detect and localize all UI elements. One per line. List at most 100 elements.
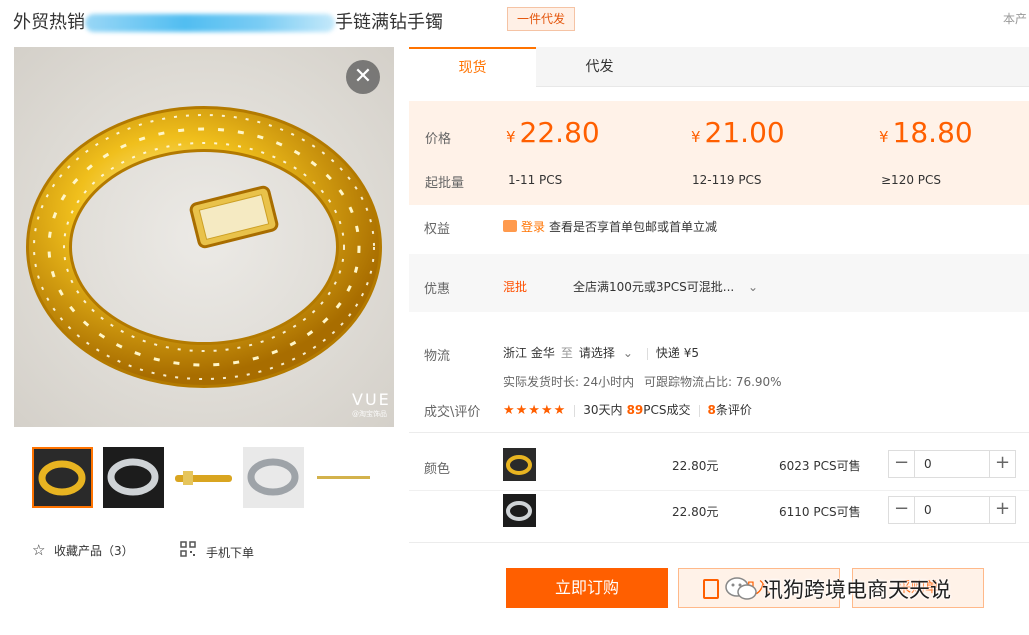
express-fee: 快递 ¥5 — [655, 346, 700, 360]
sku-price: 22.80元 — [672, 505, 719, 519]
benefits-text: 查看是否享首单包邮或首单立减 — [549, 220, 718, 234]
deal-count-suffix: PCS成交 — [643, 403, 691, 417]
wechat-icon — [724, 576, 758, 602]
ship-time: 实际发货时长: 24小时内 — [503, 375, 635, 389]
thumbnail-3[interactable] — [173, 447, 234, 508]
deals-label: 成交\评价 — [424, 405, 481, 420]
wechat-watermark: 讯狗跨境电商天天说 — [724, 574, 951, 604]
mobile-order-label: 手机下单 — [206, 546, 255, 560]
thumbnail-2[interactable] — [103, 447, 164, 508]
sku-row: 22.80元 6110 PCS可售 − 0 + — [503, 494, 1023, 528]
watermark-text: VUE — [352, 390, 391, 409]
price-tier-1: ¥22.80 — [506, 116, 600, 149]
logistics-label: 物流 — [424, 349, 451, 364]
price-tier-1-value: 22.80 — [519, 116, 600, 149]
gold-chain-flat-thumb — [173, 447, 234, 508]
ship-origin: 浙江 金华 — [503, 346, 555, 360]
rating-stars: ★★★★★ — [503, 403, 567, 418]
watermark-subtext: @淘宝饰品 — [352, 410, 387, 418]
title-bar: 外贸热销 手链满钻手镯 一件代发 本产 — [0, 0, 1029, 40]
deals-row: ★★★★★ 30天内 89PCS成交 8条评价 — [503, 401, 752, 418]
quantity-stepper: − 0 + — [888, 450, 1016, 478]
qty-tier-1: 1-11 PCS — [508, 173, 563, 187]
thumbnail-1[interactable] — [32, 447, 93, 508]
chevron-down-icon: ⌄ — [748, 280, 759, 294]
quantity-input[interactable]: 0 — [924, 503, 932, 517]
deal-days: 30天内 — [583, 403, 623, 417]
product-title: 外贸热销 手链满钻手镯 — [13, 8, 443, 34]
redacted-title-segment — [85, 14, 335, 32]
tab-in-stock[interactable]: 现货 — [409, 47, 536, 88]
close-icon[interactable]: ✕ — [346, 60, 380, 94]
price-tier-2: ¥21.00 — [691, 116, 785, 149]
dropship-badge: 一件代发 — [507, 7, 575, 31]
quantity-input[interactable]: 0 — [924, 457, 932, 471]
price-tier-3: ¥18.80 — [879, 116, 973, 149]
divider — [646, 347, 648, 360]
chevron-down-icon[interactable]: ⌄ — [623, 346, 633, 360]
section-divider — [409, 542, 1029, 543]
sku-thumbnail[interactable] — [503, 448, 536, 481]
quantity-stepper: − 0 + — [888, 496, 1016, 524]
min-qty-label: 起批量 — [425, 176, 465, 191]
login-link[interactable]: 登录 — [521, 220, 545, 234]
clipboard-icon — [703, 579, 719, 599]
sku-divider — [409, 490, 1029, 491]
qrcode-icon — [180, 541, 198, 560]
mobile-order-button[interactable]: 手机下单 — [180, 541, 254, 561]
promo-tag: 混批 — [503, 280, 528, 294]
promo-label: 优惠 — [424, 282, 451, 297]
divider — [574, 404, 576, 417]
review-count[interactable]: 8 — [708, 403, 716, 417]
currency-symbol: ¥ — [879, 128, 889, 146]
main-product-image[interactable] — [14, 47, 394, 427]
shipping-stats: 实际发货时长: 24小时内 可跟踪物流占比: 76.90% — [503, 373, 782, 390]
section-divider — [409, 432, 1029, 433]
qty-tier-2: 12-119 PCS — [692, 173, 762, 187]
price-tier-3-value: 18.80 — [892, 116, 973, 149]
currency-symbol: ¥ — [691, 128, 701, 146]
logistics-row: 浙江 金华至请选择 ⌄ 快递 ¥5 — [503, 344, 699, 361]
benefits-row: 登录 查看是否享首单包邮或首单立减 — [503, 218, 717, 235]
thin-chain-thumb — [313, 447, 374, 508]
sku-stock: 6110 PCS可售 — [779, 505, 861, 519]
title-prefix: 外贸热销 — [13, 12, 85, 33]
sku-price: 22.80元 — [672, 459, 719, 473]
title-suffix: 手链满钻手镯 — [335, 12, 443, 33]
star-outline-icon: ☆ — [32, 541, 46, 559]
watermark: VUE @淘宝饰品 — [352, 390, 391, 419]
destination-select[interactable]: 请选择 — [579, 346, 615, 360]
promo-dropdown[interactable]: 全店满100元或3PCS可混批... ⌄ — [573, 278, 758, 295]
sku-row: 22.80元 6023 PCS可售 − 0 + — [503, 448, 1023, 482]
sku-thumbnail[interactable] — [503, 494, 536, 527]
benefits-label: 权益 — [424, 222, 451, 237]
favorite-button[interactable]: ☆ 收藏产品（3） — [32, 541, 134, 559]
wechat-text: 讯狗跨境电商天天说 — [762, 578, 951, 602]
minus-button[interactable]: − — [889, 451, 915, 477]
favorite-label: 收藏产品（3） — [54, 544, 134, 558]
silver-bracelet-dark-thumb — [103, 447, 164, 508]
corner-text[interactable]: 本产 — [1003, 10, 1027, 27]
review-suffix[interactable]: 条评价 — [716, 403, 752, 417]
thumbnail-4[interactable] — [243, 447, 304, 508]
divider — [698, 404, 700, 417]
plus-button[interactable]: + — [989, 497, 1015, 523]
coupon-icon — [503, 220, 517, 232]
qty-tier-3: ≥120 PCS — [881, 173, 942, 187]
tab-dropship[interactable]: 代发 — [536, 47, 663, 87]
thumbnail-5[interactable] — [313, 447, 374, 508]
color-label: 颜色 — [424, 462, 451, 477]
silver-bracelet-thumb — [243, 447, 304, 508]
gold-chain-bracelet-image — [26, 106, 382, 388]
currency-symbol: ¥ — [506, 128, 516, 146]
sku-stock: 6023 PCS可售 — [779, 459, 861, 473]
order-now-button[interactable]: 立即订购 — [506, 568, 668, 608]
minus-button[interactable]: − — [889, 497, 915, 523]
price-label: 价格 — [425, 132, 452, 147]
price-tier-2-value: 21.00 — [704, 116, 785, 149]
ship-to: 至 — [560, 346, 573, 360]
deal-count: 89 — [626, 403, 644, 417]
stock-tabs: 现货 代发 — [409, 47, 1029, 88]
plus-button[interactable]: + — [989, 451, 1015, 477]
track-rate: 可跟踪物流占比: 76.90% — [643, 375, 782, 389]
